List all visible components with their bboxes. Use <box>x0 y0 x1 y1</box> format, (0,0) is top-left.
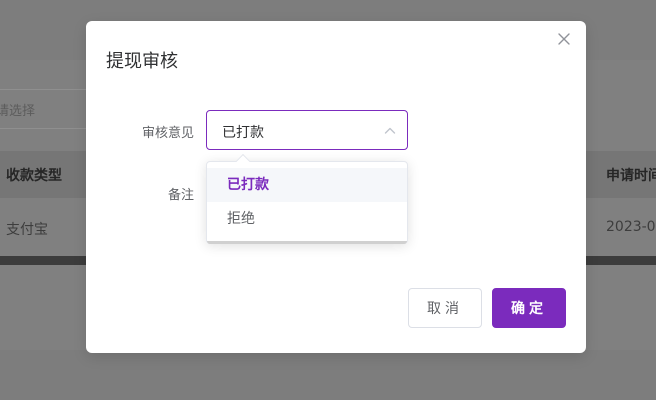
confirm-button[interactable]: 确定 <box>492 288 566 328</box>
table-header-apply-time: 申请时间 <box>606 168 656 184</box>
withdraw-review-dialog: 提现审核 审核意见 已打款 备注 已打款 拒绝 取消 确定 <box>86 21 586 353</box>
cancel-button[interactable]: 取消 <box>408 288 482 328</box>
review-opinion-label: 审核意见 <box>141 126 194 141</box>
dropdown-option-reject[interactable]: 拒绝 <box>207 202 407 236</box>
dropdown-scroll-edge <box>207 241 407 244</box>
table-header-payment-type: 收款类型 <box>6 168 62 184</box>
review-opinion-dropdown: 已打款 拒绝 <box>206 153 408 244</box>
chevron-up-icon <box>384 127 396 134</box>
remark-label: 备注 <box>167 188 194 203</box>
dialog-title: 提现审核 <box>106 51 178 72</box>
review-opinion-value: 已打款 <box>222 125 264 141</box>
background-filter-placeholder: 请选择 <box>0 104 36 119</box>
table-cell-payment-type: 支付宝 <box>6 222 48 238</box>
close-icon[interactable] <box>556 31 572 47</box>
dropdown-arrow <box>235 153 251 169</box>
table-cell-apply-time: 2023-08 <box>606 219 656 235</box>
review-opinion-select[interactable]: 已打款 <box>206 110 408 150</box>
dropdown-option-paid[interactable]: 已打款 <box>207 168 407 202</box>
